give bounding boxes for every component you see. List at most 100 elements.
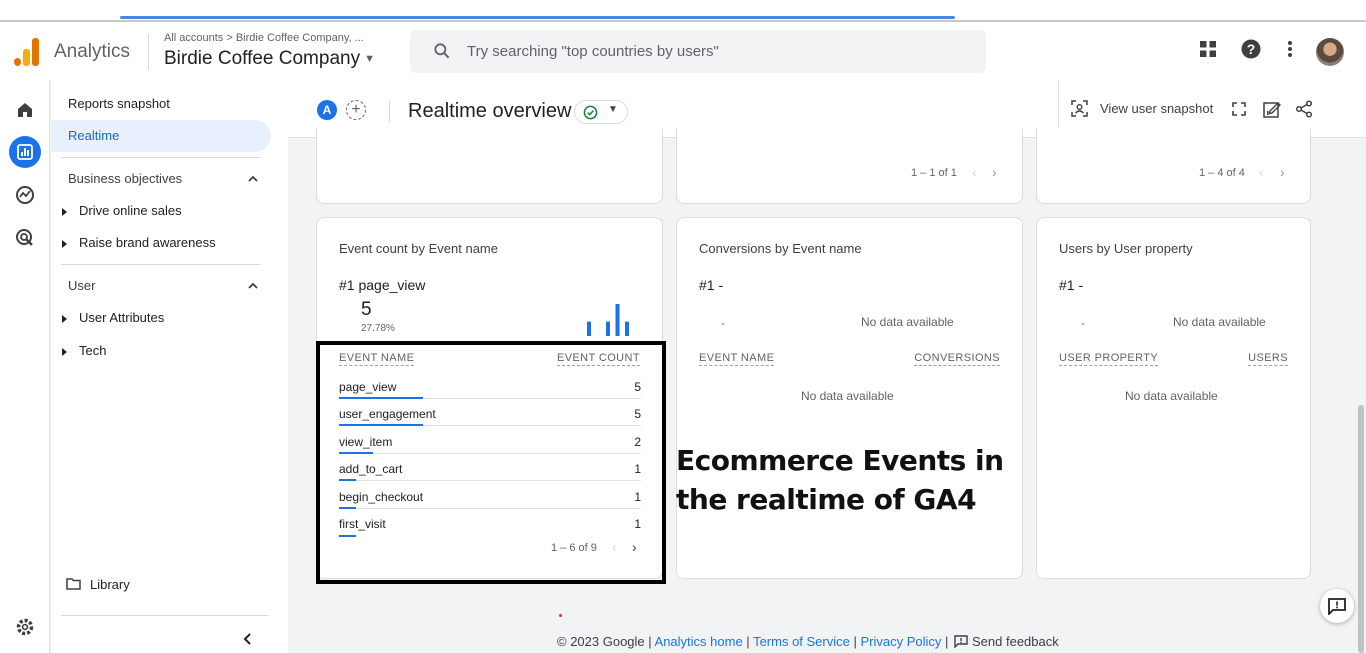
divider — [148, 34, 149, 70]
comparison-badge[interactable]: A — [317, 100, 337, 120]
fullscreen-icon[interactable] — [1232, 102, 1246, 116]
nav-label: Tech — [79, 343, 107, 358]
search-bar[interactable]: Try searching "top countries by users" — [410, 30, 986, 73]
nav-drive-online-sales[interactable]: Drive online sales — [62, 203, 182, 218]
search-input[interactable]: Try searching "top countries by users" — [467, 43, 719, 60]
nav-tech[interactable]: Tech — [62, 343, 106, 358]
avatar[interactable] — [1316, 38, 1344, 66]
highlight-box — [316, 341, 666, 584]
explore-icon[interactable] — [9, 179, 41, 211]
send-feedback-label: Send feedback — [972, 634, 1059, 649]
chevron-right-icon[interactable]: › — [1280, 164, 1285, 180]
caret-down-icon: ▼ — [608, 104, 618, 115]
copyright: © 2023 Google | — [557, 634, 655, 649]
chevron-left-icon: ‹ — [972, 164, 977, 180]
sparkline-bar — [606, 321, 610, 336]
nav-label: Drive online sales — [79, 203, 182, 218]
nav-label: User Attributes — [79, 310, 165, 325]
rank-label: #1 — [339, 277, 355, 293]
side-navigation: Reports snapshot Realtime Business objec… — [51, 80, 288, 653]
expand-arrow-icon — [62, 239, 67, 248]
no-data-message: No data available — [1173, 315, 1266, 329]
top-event-percent: 27.78% — [361, 323, 395, 334]
settings-gear-icon[interactable] — [9, 611, 41, 643]
loading-bar — [120, 16, 955, 19]
privacy-link[interactable]: Privacy Policy — [860, 634, 941, 649]
property-name: Birdie Coffee Company — [164, 48, 361, 69]
home-icon[interactable] — [9, 94, 41, 126]
top-bar: Analytics All accounts > Birdie Coffee C… — [0, 22, 1366, 80]
nav-library[interactable]: Library — [66, 577, 130, 592]
nav-section-user[interactable]: User — [68, 278, 95, 293]
top-conversion-rank: #1 - — [699, 277, 724, 293]
divider — [389, 100, 390, 122]
send-feedback-link[interactable]: Send feedback — [952, 634, 1059, 649]
collapse-chevron-left-icon[interactable] — [242, 632, 254, 646]
divider — [61, 615, 269, 616]
status-chip[interactable]: ▼ — [574, 100, 628, 124]
no-data-message: No data available — [861, 315, 954, 329]
feedback-icon — [954, 635, 968, 649]
audiences-card-partial: 1 – 4 of 4 ‹ › — [1036, 128, 1311, 204]
folder-icon — [66, 578, 81, 590]
expand-arrow-icon — [62, 347, 67, 356]
sparkline-bar — [615, 304, 620, 336]
check-circle-icon — [583, 105, 598, 120]
nav-reports-snapshot[interactable]: Reports snapshot — [68, 96, 170, 111]
nav-realtime[interactable]: Realtime — [68, 128, 119, 143]
account-breadcrumb[interactable]: All accounts > Birdie Coffee Company, ..… — [164, 32, 364, 44]
nav-user-attributes[interactable]: User Attributes — [62, 310, 164, 325]
card-title: Users by User property — [1059, 241, 1193, 256]
no-data-message: No data available — [801, 389, 894, 403]
col-header-user-property[interactable]: USER PROPERTY — [1059, 352, 1159, 366]
nav-label: Library — [90, 577, 130, 592]
feedback-icon — [1328, 597, 1346, 615]
more-vert-icon[interactable] — [1287, 40, 1293, 58]
empty-value: - — [1081, 318, 1085, 330]
annotation-text: Ecommerce Events in the realtime of GA4 — [676, 444, 1004, 516]
reports-icon[interactable] — [9, 136, 41, 168]
scrollbar[interactable] — [1358, 405, 1364, 653]
expand-arrow-icon — [62, 207, 67, 216]
view-user-snapshot-button[interactable]: View user snapshot — [1100, 101, 1213, 116]
advertising-icon[interactable] — [9, 222, 41, 254]
user-snapshot-icon[interactable] — [1071, 100, 1088, 117]
col-header-conversions[interactable]: CONVERSIONS — [914, 352, 1000, 366]
analytics-home-link[interactable]: Analytics home — [655, 634, 743, 649]
browser-tab-strip — [0, 0, 1366, 22]
card-title: Conversions by Event name — [699, 241, 862, 256]
sparkline-bar — [625, 321, 629, 336]
add-comparison-button[interactable]: + — [346, 100, 366, 120]
divider — [61, 157, 261, 158]
expand-arrow-icon — [62, 314, 67, 323]
card-title: Event count by Event name — [339, 241, 498, 256]
customize-report-icon[interactable] — [1263, 100, 1281, 118]
chevron-up-icon[interactable] — [246, 172, 260, 186]
page-title: Realtime overview — [408, 100, 572, 122]
app-name: Analytics — [54, 41, 131, 62]
apps-grid-icon[interactable] — [1199, 40, 1217, 58]
nav-raise-brand-awareness[interactable]: Raise brand awareness — [62, 235, 216, 250]
terms-link[interactable]: Terms of Service — [753, 634, 850, 649]
col-header-users[interactable]: USERS — [1248, 352, 1288, 366]
no-data-message: No data available — [1125, 389, 1218, 403]
views-card-partial: 1 – 1 of 1 ‹ › — [676, 128, 1023, 204]
empty-value: - — [721, 318, 725, 330]
chevron-left-icon: ‹ — [1259, 164, 1264, 180]
chevron-right-icon[interactable]: › — [992, 164, 997, 180]
property-selector[interactable]: Birdie Coffee Company ▼ — [164, 48, 375, 70]
col-header-event-name[interactable]: EVENT NAME — [699, 352, 775, 366]
top-event-name: page_view — [358, 277, 426, 293]
users-card-partial — [316, 128, 663, 204]
user-property-card: Users by User property #1 - - No data av… — [1036, 217, 1311, 579]
analytics-logo-icon[interactable] — [14, 38, 40, 66]
left-rail — [0, 80, 50, 653]
feedback-button[interactable] — [1320, 589, 1354, 623]
nav-section-business-objectives[interactable]: Business objectives — [68, 171, 182, 186]
share-icon[interactable] — [1295, 100, 1313, 118]
pager-label: 1 – 1 of 1 — [911, 167, 957, 179]
help-icon[interactable]: ? — [1241, 39, 1261, 59]
sparkline-bar — [587, 321, 591, 336]
chevron-up-icon[interactable] — [246, 279, 260, 293]
nav-label: Raise brand awareness — [79, 235, 216, 250]
